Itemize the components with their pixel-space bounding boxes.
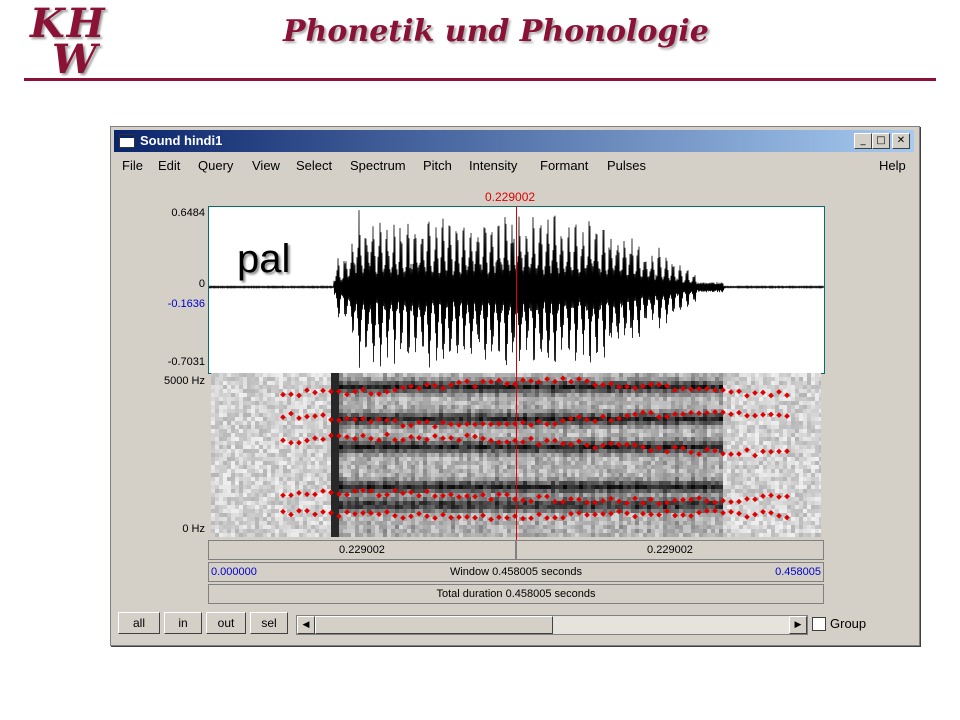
- scroll-left-button[interactable]: ◀: [297, 616, 315, 634]
- praat-sound-window: Sound hindi1 _ □ ✕ File Edit Query View …: [110, 126, 920, 646]
- left-segment-label: 0.229002: [339, 544, 385, 556]
- minimize-button[interactable]: _: [854, 133, 872, 149]
- amp-cursor-label: -0.1636: [167, 298, 205, 310]
- right-segment-label: 0.229002: [647, 544, 693, 556]
- menu-help[interactable]: Help: [879, 158, 906, 173]
- zoom-sel-button[interactable]: sel: [250, 612, 288, 634]
- left-segment-bar[interactable]: 0.229002: [208, 540, 516, 560]
- window-icon: [119, 134, 135, 148]
- amp-min-label: -0.7031: [167, 356, 205, 368]
- bottom-controls: all in out sel ◀ ▶ Group: [114, 607, 914, 641]
- total-duration-bar[interactable]: Total duration 0.458005 seconds: [208, 584, 824, 604]
- zoom-all-button[interactable]: all: [118, 612, 160, 634]
- menu-edit[interactable]: Edit: [158, 158, 180, 173]
- menu-pulses[interactable]: Pulses: [607, 158, 646, 173]
- khw-logo: KH W: [26, 0, 126, 84]
- freq-bottom-label: 0 Hz: [182, 523, 205, 535]
- scroll-right-button[interactable]: ▶: [789, 616, 807, 634]
- group-checkbox[interactable]: [812, 617, 826, 631]
- menu-formant[interactable]: Formant: [540, 158, 588, 173]
- window-start-label: 0.000000: [211, 566, 257, 578]
- window-bar[interactable]: 0.000000 Window 0.458005 seconds 0.45800…: [208, 562, 824, 582]
- zoom-out-button[interactable]: out: [206, 612, 246, 634]
- overlay-word: pal: [237, 237, 291, 281]
- window-title: Sound hindi1: [140, 133, 223, 148]
- total-duration-label: Total duration 0.458005 seconds: [436, 588, 596, 600]
- zoom-in-button[interactable]: in: [164, 612, 202, 634]
- scroll-thumb[interactable]: [315, 616, 553, 634]
- window-titlebar[interactable]: Sound hindi1 _ □ ✕: [114, 130, 914, 152]
- menu-view[interactable]: View: [252, 158, 280, 173]
- menu-intensity[interactable]: Intensity: [469, 158, 517, 173]
- right-segment-bar[interactable]: 0.229002: [516, 540, 824, 560]
- close-button[interactable]: ✕: [892, 133, 910, 149]
- group-label: Group: [830, 616, 867, 631]
- horizontal-scrollbar[interactable]: ◀ ▶: [296, 615, 808, 635]
- menu-query[interactable]: Query: [198, 158, 233, 173]
- slide-title: Phonetik und Phonologie: [283, 14, 709, 49]
- amp-max-label: 0.6484: [171, 207, 205, 219]
- cursor-time-label: 0.229002: [485, 190, 536, 204]
- title-rule: [24, 78, 936, 81]
- menu-bar: File Edit Query View Select Spectrum Pit…: [114, 155, 914, 177]
- menu-spectrum[interactable]: Spectrum: [350, 158, 406, 173]
- window-end-label: 0.458005: [775, 566, 821, 578]
- freq-top-label: 5000 Hz: [164, 375, 205, 387]
- window-duration-label: Window 0.458005 seconds: [449, 566, 583, 578]
- maximize-button[interactable]: □: [872, 133, 890, 149]
- time-cursor-line: [516, 206, 517, 544]
- slide-header: KH W Phonetik und Phonologie: [0, 0, 960, 90]
- amp-zero-label: 0: [198, 278, 205, 290]
- menu-file[interactable]: File: [122, 158, 143, 173]
- menu-pitch[interactable]: Pitch: [423, 158, 452, 173]
- logo-line2: W: [52, 36, 97, 83]
- menu-select[interactable]: Select: [296, 158, 332, 173]
